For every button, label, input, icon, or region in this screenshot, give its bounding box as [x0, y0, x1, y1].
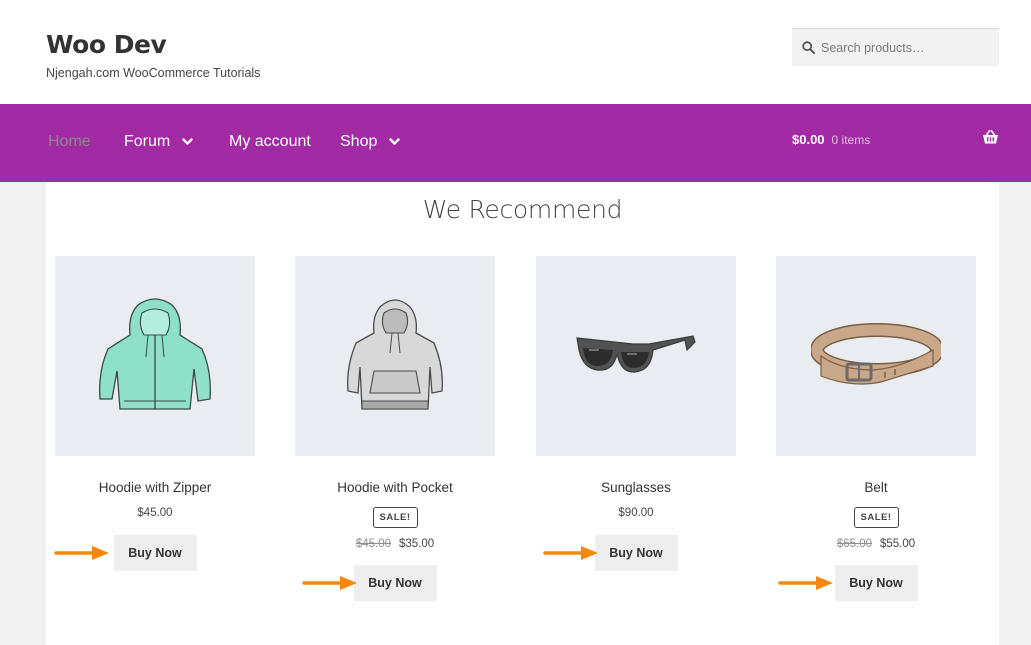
nav-item-forum[interactable]: Forum — [124, 133, 193, 151]
nav-item-my-account[interactable]: My account — [229, 133, 311, 151]
sale-badge: SALE! — [853, 507, 899, 528]
site-header: Woo Dev Njengah.com WooCommerce Tutorial… — [0, 0, 1031, 104]
site-title[interactable]: Woo Dev — [46, 30, 167, 59]
arrow-right-icon — [543, 546, 598, 560]
search-icon — [802, 41, 815, 54]
buy-now-button[interactable]: Buy Now — [353, 565, 437, 601]
nav-item-label: Forum — [124, 133, 171, 150]
product-title[interactable]: Belt — [776, 480, 976, 498]
regular-price: $65.00 — [836, 538, 872, 550]
product-title[interactable]: Hoodie with Zipper — [55, 480, 255, 498]
sale-badge: SALE! — [372, 507, 418, 528]
nav-item-shop[interactable]: Shop — [340, 133, 401, 151]
nav-item-label: My account — [229, 133, 311, 150]
hoodie-zipper-image — [99, 298, 211, 410]
product-image[interactable] — [536, 256, 736, 456]
nav-item-label: Shop — [340, 133, 378, 150]
cart-count: 0 items — [831, 133, 871, 147]
product-image[interactable] — [776, 256, 976, 456]
sale-price: $35.00 — [399, 538, 435, 550]
buy-now-button[interactable]: Buy Now — [834, 565, 918, 601]
main-content: We Recommend Hoodie with Zipper $45.00 B… — [46, 182, 999, 645]
section-title: We Recommend — [422, 195, 623, 224]
site-description: Njengah.com WooCommerce Tutorials — [46, 66, 261, 80]
product-card: Hoodie with Pocket SALE! $45.00 $35.00 Bu… — [295, 256, 495, 601]
product-card: Hoodie with Zipper $45.00 Buy Now — [54, 256, 255, 571]
product-image[interactable] — [295, 256, 495, 456]
product-card: Belt SALE! $65.00 $55.00 Buy Now — [776, 256, 976, 601]
product-price: $65.00 $55.00 — [776, 538, 976, 550]
sale-price: $55.00 — [880, 538, 916, 550]
nav-item-label: Home — [48, 133, 91, 150]
product-title[interactable]: Sunglasses — [536, 480, 736, 498]
sunglasses-image — [576, 335, 696, 373]
product-card: Sunglasses $90.00 Buy Now — [536, 256, 736, 571]
buy-now-button[interactable]: Buy Now — [594, 535, 678, 571]
chevron-down-icon[interactable] — [389, 133, 401, 151]
arrow-right-icon — [302, 576, 357, 590]
arrow-right-icon — [778, 576, 833, 590]
regular-price: $45.00 — [355, 538, 391, 550]
chevron-down-icon[interactable] — [182, 133, 193, 151]
cart-total: $0.00 — [792, 132, 825, 147]
arrow-right-icon — [54, 546, 109, 560]
hoodie-pocket-image — [347, 299, 443, 410]
nav-item-home[interactable]: Home — [48, 133, 91, 151]
product-price: $45.00 $35.00 — [295, 538, 495, 550]
product-title[interactable]: Hoodie with Pocket — [295, 480, 495, 498]
product-price: $45.00 — [137, 507, 173, 519]
basket-icon[interactable] — [982, 130, 999, 150]
cart-link[interactable]: $0.00 0 items — [792, 132, 870, 147]
search-box[interactable] — [792, 28, 999, 66]
product-price: $90.00 — [618, 507, 654, 519]
search-input[interactable] — [821, 40, 991, 55]
belt-image — [811, 323, 941, 385]
buy-now-button[interactable]: Buy Now — [113, 535, 197, 571]
product-image[interactable] — [55, 256, 255, 456]
primary-navigation: Home Forum My account Shop $0.00 0 items — [0, 104, 1031, 182]
